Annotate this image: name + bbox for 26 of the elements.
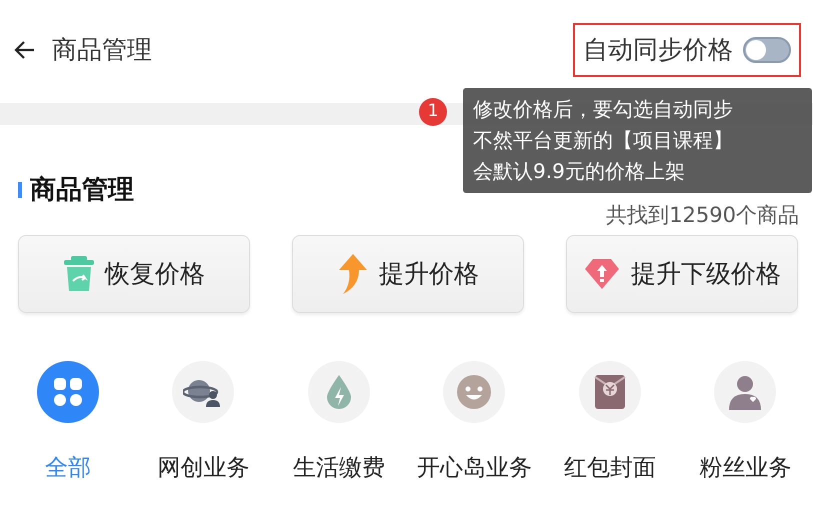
page-title: 商品管理 <box>52 34 152 66</box>
category-tab[interactable]: 粉丝业务 <box>699 451 792 486</box>
action-button[interactable]: 提升下级价格 <box>566 235 798 313</box>
auto-sync-toggle[interactable] <box>743 37 791 63</box>
category-tab[interactable]: 网创业务 <box>157 451 250 486</box>
back-arrow-icon[interactable] <box>14 40 36 60</box>
section-title: 商品管理 <box>30 174 134 206</box>
action-button[interactable]: 恢复价格 <box>18 235 250 313</box>
step-badge: 1 <box>419 98 447 126</box>
grid-icon <box>52 377 83 407</box>
arrow-up-icon <box>337 252 369 296</box>
category-tab[interactable]: 生活缴费 <box>292 451 385 486</box>
envelope-icon <box>594 374 626 410</box>
lightning-drop-icon <box>324 374 353 410</box>
category-tab[interactable]: 开心岛业务 <box>416 451 532 486</box>
hint-tooltip: 修改价格后，要勾选自动同步 不然平台更新的【项目课程】 会默认9.9元的价格上架 <box>463 88 812 193</box>
section-marker <box>18 182 22 198</box>
category-tab[interactable]: 全部 <box>44 451 91 486</box>
product-count: 共找到12590个商品 <box>606 202 799 228</box>
diamond-arrow-icon <box>583 257 621 291</box>
auto-sync-label: 自动同步价格 <box>583 34 733 66</box>
smiley-icon <box>456 374 492 410</box>
action-button[interactable]: 提升价格 <box>292 235 524 313</box>
trash-icon <box>63 255 95 293</box>
category-tab[interactable]: 红包封面 <box>564 451 656 486</box>
person-heart-icon <box>727 374 764 410</box>
